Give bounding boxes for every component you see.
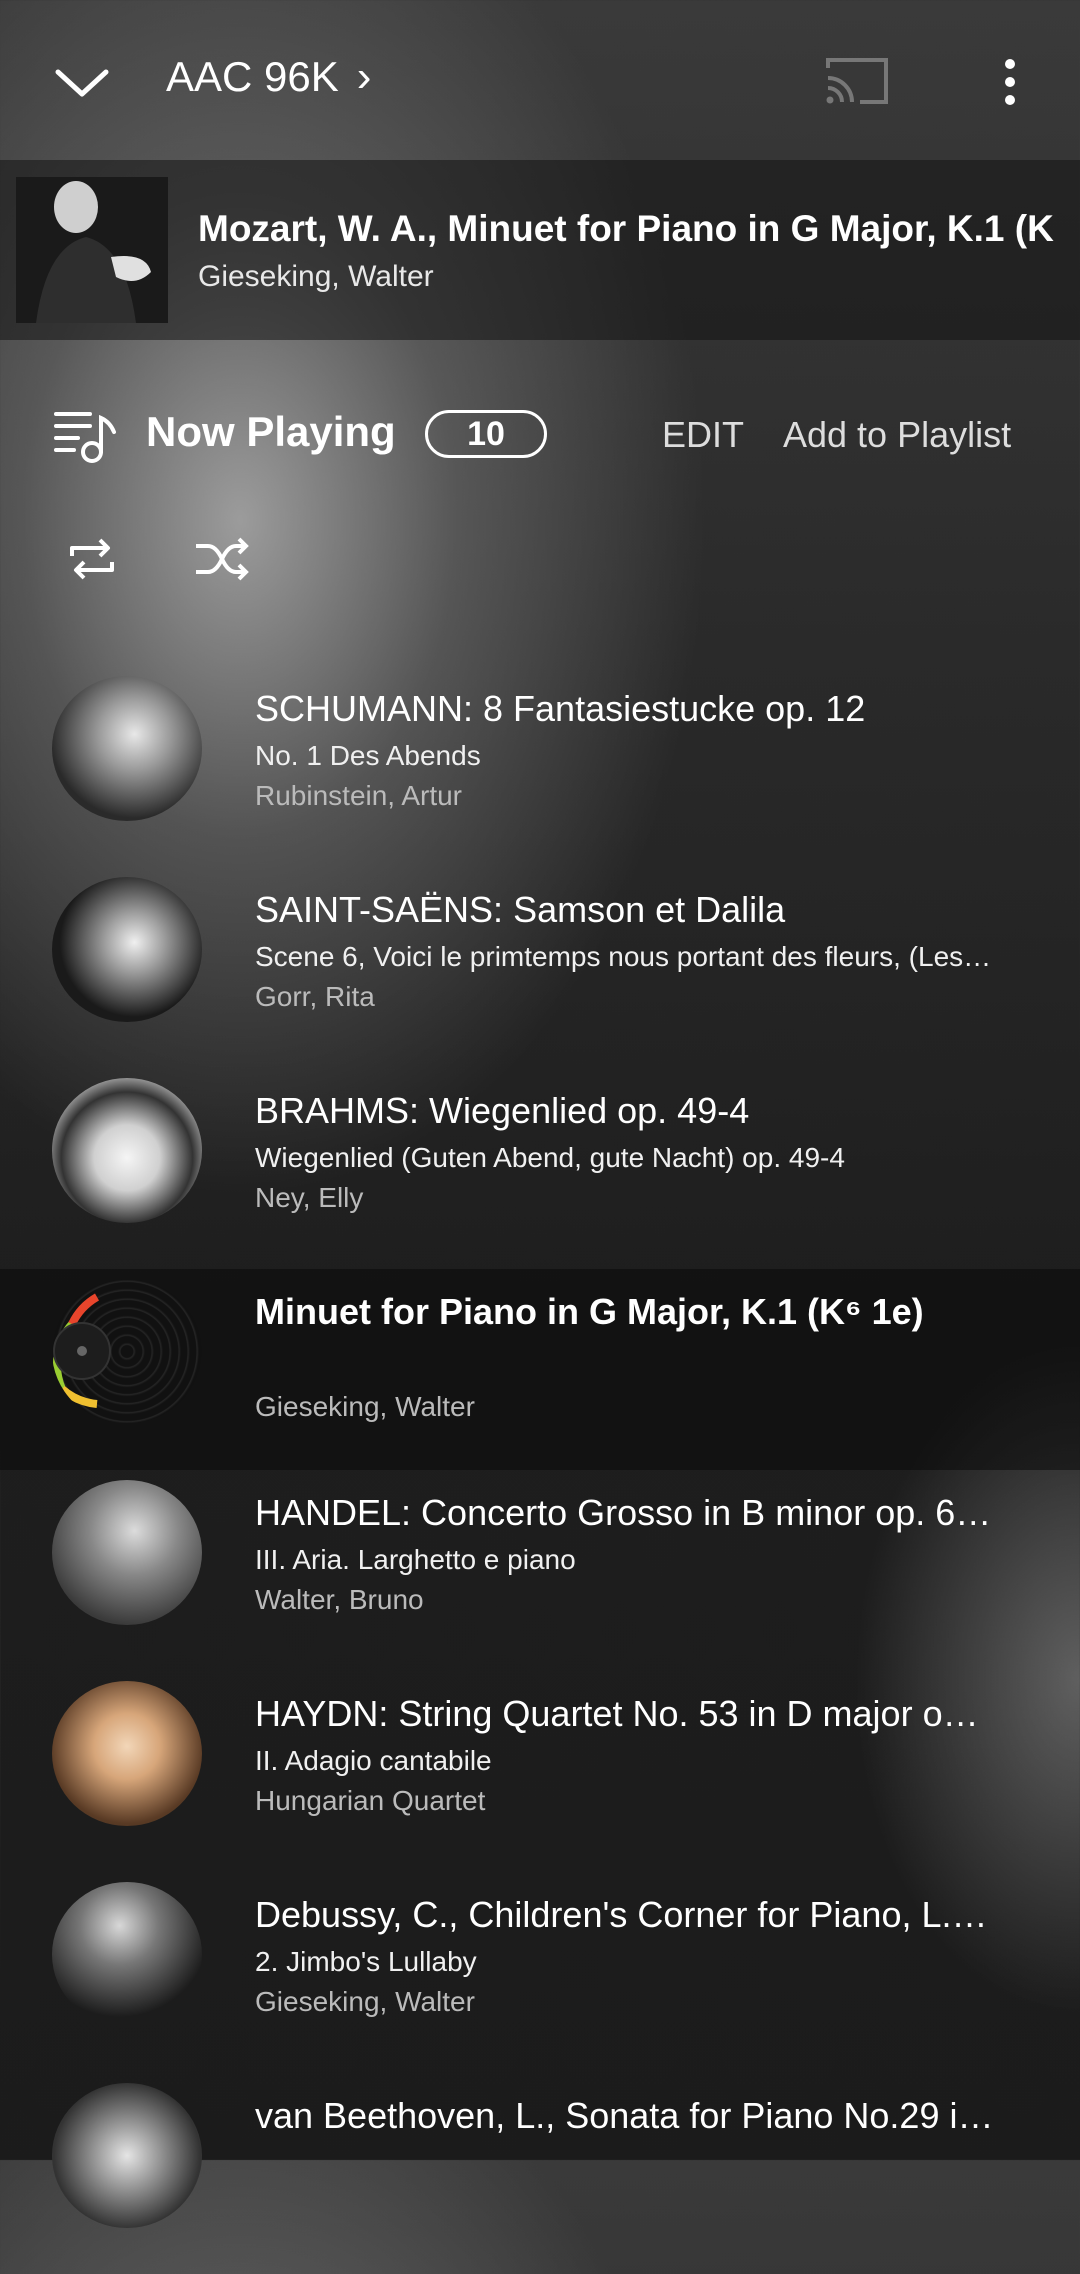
mini-player[interactable]: Mozart, W. A., Minuet for Piano in G Maj… [0,160,1080,340]
track-artist: Gieseking, Walter [255,1391,475,1422]
track-artist: Gieseking, Walter [255,1986,475,2017]
playback-modes [0,530,400,590]
queue-count-badge: 10 [425,410,547,458]
list-item[interactable]: SAINT-SAËNS: Samson et Dalila Scene 6, V… [0,867,1080,1068]
queue-list: SCHUMANN: 8 Fantasiestucke op. 12 No. 1 … [0,666,1080,2274]
edit-button[interactable]: EDIT [662,414,744,456]
track-artist: Hungarian Quartet [255,1785,486,1816]
shuffle-icon[interactable] [194,534,250,584]
list-item-current[interactable]: Minuet for Piano in G Major, K.1 (K⁶ 1e)… [0,1269,1080,1470]
track-title: Minuet for Piano in G Major, K.1 (K⁶ 1e) [255,1291,924,1332]
track-title: SCHUMANN: 8 Fantasiestucke op. 12 [255,688,866,729]
list-item[interactable]: HANDEL: Concerto Grosso in B minor op. 6… [0,1470,1080,1671]
top-bar: AAC 96K › [0,0,1080,160]
track-thumbnail [52,1480,202,1625]
track-subtitle: Scene 6, Voici le primtemps nous portant… [255,941,992,972]
track-artist: Ney, Elly [255,1182,364,1213]
now-playing-title: Now Playing [146,408,396,455]
now-playing-vinyl-icon [52,1279,202,1424]
track-thumbnail [52,877,202,1022]
track-subtitle: Wiegenlied (Guten Abend, gute Nacht) op.… [255,1142,845,1173]
repeat-icon[interactable] [66,534,118,584]
chevron-down-icon[interactable] [52,58,112,108]
more-options-icon[interactable] [1000,58,1020,108]
list-item[interactable]: SCHUMANN: 8 Fantasiestucke op. 12 No. 1 … [0,666,1080,867]
audio-quality-button[interactable]: AAC 96K › [166,52,371,102]
track-title: SAINT-SAËNS: Samson et Dalila [255,889,786,930]
list-item[interactable]: Debussy, C., Children's Corner for Piano… [0,1872,1080,2073]
list-item[interactable]: van Beethoven, L., Sonata for Piano No.2… [0,2073,1080,2274]
track-thumbnail [52,1882,202,2027]
track-title: HAYDN: String Quartet No. 53 in D major … [255,1693,979,1734]
cast-icon[interactable] [824,54,890,108]
mini-player-title: Mozart, W. A., Minuet for Piano in G Maj… [198,208,1054,249]
list-item[interactable]: BRAHMS: Wiegenlied op. 49-4 Wiegenlied (… [0,1068,1080,1269]
track-subtitle: No. 1 Des Abends [255,740,481,771]
track-thumbnail [52,1078,202,1223]
track-artist: Walter, Bruno [255,1584,424,1615]
album-art [16,177,168,323]
track-thumbnail [52,1681,202,1826]
track-title: BRAHMS: Wiegenlied op. 49-4 [255,1090,750,1131]
mini-player-artist: Gieseking, Walter [198,260,434,293]
track-thumbnail [52,676,202,821]
track-subtitle: 2. Jimbo's Lullaby [255,1946,477,1977]
track-subtitle: III. Aria. Larghetto e piano [255,1544,576,1575]
track-artist: Rubinstein, Artur [255,780,462,811]
track-artist: Gorr, Rita [255,981,375,1012]
now-playing-header: Now Playing 10 EDIT Add to Playlist [0,400,1080,470]
track-thumbnail [52,2083,202,2228]
track-title: van Beethoven, L., Sonata for Piano No.2… [255,2095,994,2136]
list-item[interactable]: HAYDN: String Quartet No. 53 in D major … [0,1671,1080,1872]
chevron-right-icon: › [356,52,372,101]
add-to-playlist-button[interactable]: Add to Playlist [783,414,1011,456]
track-subtitle: II. Adagio cantabile [255,1745,492,1776]
track-title: Debussy, C., Children's Corner for Piano… [255,1894,988,1935]
track-title: HANDEL: Concerto Grosso in B minor op. 6… [255,1492,992,1533]
queue-music-icon [54,412,116,463]
audio-quality-label: AAC 96K [166,53,339,100]
